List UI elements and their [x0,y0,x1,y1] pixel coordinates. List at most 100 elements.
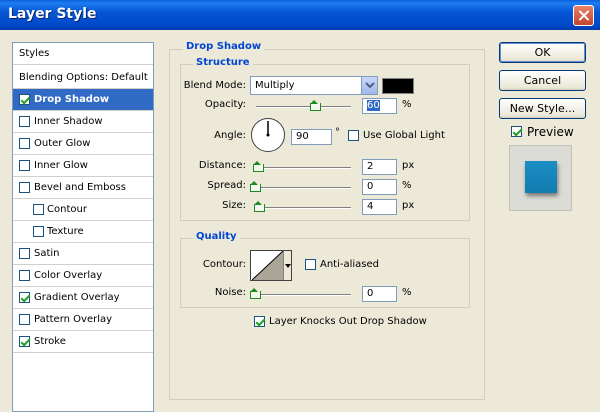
spread-unit: % [402,180,412,191]
shadow-color-swatch[interactable] [382,78,414,94]
blend-mode-label: Blend Mode: [183,80,246,91]
contour-label: Contour: [202,259,246,270]
structure-title: Structure [193,57,253,68]
noise-slider[interactable] [256,294,351,296]
style-item-checkbox[interactable] [19,336,30,347]
style-item-checkbox[interactable] [33,226,44,237]
style-item-checkbox[interactable] [19,248,30,259]
ok-button[interactable]: OK [499,42,586,63]
style-item-inner-shadow[interactable]: Inner Shadow [13,111,153,133]
style-item-label: Drop Shadow [34,94,110,105]
style-item-checkbox[interactable] [19,138,30,149]
noise-unit: % [402,287,412,298]
preview-checkbox[interactable] [511,126,522,137]
style-item-checkbox[interactable] [33,204,44,215]
distance-value: 2 [367,161,374,172]
preview-thumbnail [509,145,572,211]
distance-slider[interactable] [256,167,351,169]
drop-shadow-title: Drop Shadow [183,41,265,52]
style-item-satin[interactable]: Satin [13,243,153,265]
style-item-checkbox[interactable] [19,292,30,303]
style-item-checkbox[interactable] [19,116,30,127]
style-item-label: Contour [47,204,87,215]
style-item-bevel-and-emboss[interactable]: Bevel and Emboss [13,177,153,199]
opacity-unit: % [402,99,412,110]
distance-label: Distance: [198,160,246,171]
style-item-contour[interactable]: Contour [13,199,153,221]
blend-mode-value: Multiply [255,80,295,91]
spread-value: 0 [367,181,374,192]
noise-value: 0 [367,288,374,299]
anti-aliased-label: Anti-aliased [320,259,380,270]
angle-field[interactable]: 90 [291,129,332,145]
angle-value: 90 [296,131,309,142]
preview-label: Preview [527,125,574,139]
style-item-inner-glow[interactable]: Inner Glow [13,155,153,177]
opacity-slider-thumb[interactable] [310,100,321,111]
spread-slider-thumb[interactable] [250,181,261,192]
spread-label: Spread: [207,180,246,191]
angle-dial-icon[interactable] [250,117,286,153]
layer-style-dialog: Layer Style Styles Blending Options: Def… [0,0,600,412]
distance-slider-thumb[interactable] [253,161,264,172]
opacity-slider[interactable] [256,106,351,108]
noise-label: Noise: [214,287,246,298]
chevron-down-icon[interactable] [283,251,291,280]
contour-curve-icon [252,251,283,280]
cancel-button[interactable]: Cancel [499,70,586,91]
style-item-label: Inner Shadow [34,116,103,127]
blending-options-item[interactable]: Blending Options: Default [13,67,153,89]
style-item-label: Texture [47,226,84,237]
size-slider-thumb[interactable] [254,201,265,212]
styles-header-label: Styles [19,48,50,59]
noise-slider-thumb[interactable] [250,288,261,299]
layer-knocks-out-checkbox[interactable] [254,316,265,327]
distance-unit: px [402,160,415,171]
style-item-label: Bevel and Emboss [34,182,126,193]
style-item-drop-shadow[interactable]: Drop Shadow [13,89,153,111]
anti-aliased-checkbox[interactable] [305,259,316,270]
style-item-checkbox[interactable] [19,270,30,281]
style-item-checkbox[interactable] [19,314,30,325]
styles-header[interactable]: Styles [13,43,153,65]
styles-list: Styles Blending Options: Default Drop Sh… [12,42,154,412]
blend-mode-select[interactable]: Multiply [250,76,378,95]
style-item-checkbox[interactable] [19,182,30,193]
style-item-gradient-overlay[interactable]: Gradient Overlay [13,287,153,309]
style-item-label: Outer Glow [34,138,91,149]
noise-field[interactable]: 0 [362,286,397,302]
style-item-pattern-overlay[interactable]: Pattern Overlay [13,309,153,331]
preview-swatch [525,161,557,193]
angle-label: Angle: [214,130,246,141]
window-title: Layer Style [8,6,97,22]
use-global-light-checkbox[interactable] [348,130,359,141]
style-item-label: Satin [34,248,60,259]
style-item-texture[interactable]: Texture [13,221,153,243]
distance-field[interactable]: 2 [362,159,397,175]
spread-slider[interactable] [256,187,351,189]
spread-field[interactable]: 0 [362,179,397,195]
size-slider[interactable] [256,207,351,209]
style-item-stroke[interactable]: Stroke [13,331,153,353]
chevron-down-icon[interactable] [361,77,377,94]
style-item-color-overlay[interactable]: Color Overlay [13,265,153,287]
style-item-label: Gradient Overlay [34,292,120,303]
blending-options-label: Blending Options: Default [19,72,148,83]
style-item-label: Pattern Overlay [34,314,113,325]
opacity-label: Opacity: [204,99,246,110]
contour-picker[interactable] [250,250,292,281]
close-icon[interactable] [573,5,594,26]
style-item-outer-glow[interactable]: Outer Glow [13,133,153,155]
opacity-value: 60 [367,100,380,111]
style-item-checkbox[interactable] [19,94,30,105]
opacity-field[interactable]: 60 [362,98,397,114]
new-style-button[interactable]: New Style... [499,98,586,119]
size-label: Size: [222,200,246,211]
angle-unit: ° [335,127,340,138]
style-item-label: Color Overlay [34,270,103,281]
style-item-checkbox[interactable] [19,160,30,171]
title-bar[interactable]: Layer Style [0,0,600,30]
size-field[interactable]: 4 [362,199,397,215]
use-global-light-label: Use Global Light [363,130,445,141]
size-unit: px [402,200,415,211]
